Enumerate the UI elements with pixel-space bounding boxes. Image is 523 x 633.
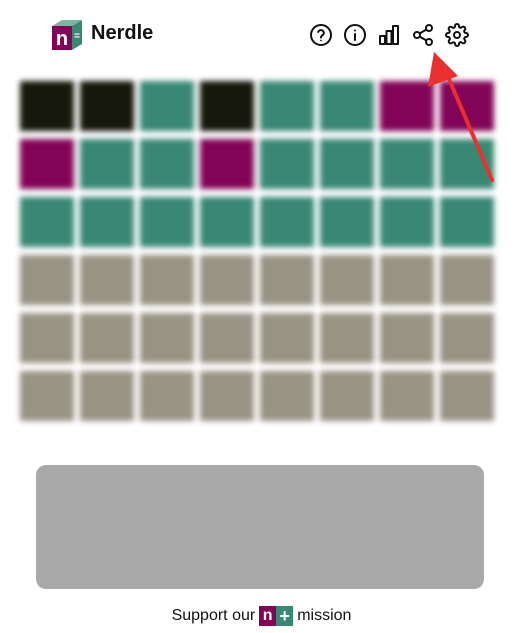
board-tile xyxy=(200,255,254,305)
footer-suffix: mission xyxy=(297,607,352,624)
svg-text:=: = xyxy=(74,31,80,42)
board-tile xyxy=(320,81,374,131)
help-button[interactable] xyxy=(308,22,334,48)
board-tile xyxy=(200,139,254,189)
board-tile xyxy=(260,255,314,305)
nerdle-logo: n = xyxy=(52,20,82,50)
ad-placeholder xyxy=(36,465,484,589)
board-tile xyxy=(260,139,314,189)
info-icon xyxy=(344,24,366,46)
settings-button[interactable] xyxy=(444,22,470,48)
board-tile xyxy=(440,197,494,247)
app-title: Nerdle xyxy=(91,22,154,44)
board-tile xyxy=(20,81,74,131)
nerdle-plus-badge[interactable]: n + xyxy=(259,606,294,626)
stats-button[interactable] xyxy=(376,22,402,48)
board-tile xyxy=(140,139,194,189)
settings-icon xyxy=(445,23,469,47)
board-tile xyxy=(20,139,74,189)
game-board-grid xyxy=(20,81,500,429)
board-tile xyxy=(380,313,434,363)
board-tile xyxy=(320,371,374,421)
board-tile xyxy=(200,371,254,421)
info-button[interactable] xyxy=(342,22,368,48)
board-tile xyxy=(20,197,74,247)
board-tile xyxy=(440,139,494,189)
board-tile xyxy=(80,139,134,189)
board-tile xyxy=(320,139,374,189)
header: n = Nerdle xyxy=(0,0,523,70)
board-tile xyxy=(200,313,254,363)
board-row xyxy=(20,197,500,247)
help-icon xyxy=(310,24,332,46)
board-tile xyxy=(80,313,134,363)
badge-plus: + xyxy=(276,606,294,626)
board-tile xyxy=(140,371,194,421)
board-tile xyxy=(140,81,194,131)
board-row xyxy=(20,255,500,305)
board-tile xyxy=(380,81,434,131)
board-tile xyxy=(80,81,134,131)
logo-letter: n xyxy=(56,28,68,50)
board-tile xyxy=(80,197,134,247)
board-tile xyxy=(140,197,194,247)
game-board xyxy=(14,75,506,445)
board-tile xyxy=(200,81,254,131)
board-tile xyxy=(320,313,374,363)
board-tile xyxy=(440,81,494,131)
footer-prefix: Support our xyxy=(171,607,256,624)
board-tile xyxy=(320,197,374,247)
badge-n: n xyxy=(259,606,277,626)
stats-icon xyxy=(379,25,399,45)
board-tile xyxy=(440,313,494,363)
board-tile xyxy=(320,255,374,305)
footer: Support our n + mission xyxy=(0,603,523,629)
board-tile xyxy=(260,81,314,131)
board-row xyxy=(20,139,500,189)
board-tile xyxy=(200,197,254,247)
board-tile xyxy=(260,313,314,363)
board-tile xyxy=(380,255,434,305)
board-tile xyxy=(140,313,194,363)
board-tile xyxy=(140,255,194,305)
share-icon xyxy=(413,24,433,46)
board-tile xyxy=(20,313,74,363)
board-row xyxy=(20,81,500,131)
board-tile xyxy=(20,371,74,421)
board-row xyxy=(20,371,500,421)
board-tile xyxy=(380,197,434,247)
share-button[interactable] xyxy=(410,22,436,48)
board-tile xyxy=(440,255,494,305)
board-tile xyxy=(440,371,494,421)
board-tile xyxy=(380,139,434,189)
board-tile xyxy=(80,255,134,305)
board-tile xyxy=(80,371,134,421)
board-tile xyxy=(260,371,314,421)
board-tile xyxy=(260,197,314,247)
board-tile xyxy=(380,371,434,421)
board-tile xyxy=(20,255,74,305)
board-row xyxy=(20,313,500,363)
